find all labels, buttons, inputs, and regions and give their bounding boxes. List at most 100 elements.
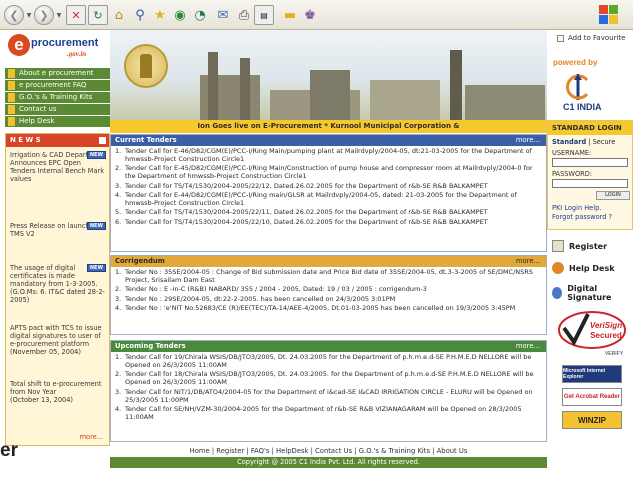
news-ticker[interactable]: Ion Goes live on E-Procurement * Kurnool… xyxy=(110,120,547,133)
current-tenders-header: Current Tenders more... xyxy=(111,135,546,146)
corrigendum-item[interactable]: 2. Tender No : E -in-C (R&B) NABARD/ 355 … xyxy=(115,285,542,294)
verisign-badge[interactable]: VeriSign Secured VERIFY xyxy=(556,308,628,358)
login-panel: STANDARD LOGIN Standard | Secure USERNAM… xyxy=(547,120,633,230)
nav-item-helpdesk[interactable]: Help Desk xyxy=(5,116,110,127)
news-item[interactable]: Total shift to e-procurement from Nov Ye… xyxy=(10,380,106,404)
print-icon[interactable]: ⎙ xyxy=(234,5,254,25)
news-more-link[interactable]: more... xyxy=(80,433,103,441)
verisign-verify-label: VERIFY xyxy=(605,351,624,357)
register-label: Register xyxy=(569,241,608,251)
footer-copyright: Copyright @ 2005 C1 India Pvt. Ltd. All … xyxy=(110,457,547,468)
acrobat-download-badge[interactable]: Get Acrobat Reader xyxy=(562,388,622,406)
c1-india-label: C1 INDIA xyxy=(563,102,602,112)
tender-list: 1. Tender Call for E-46/D82/CGM(E)/PCC-I/… xyxy=(111,146,546,227)
history-icon[interactable]: ◔ xyxy=(190,5,210,25)
tab-secure[interactable]: Secure xyxy=(593,138,616,146)
corrigendum-item[interactable]: 3. Tender No : 29SE/2004-05, dt:22-2-2005… xyxy=(115,294,542,304)
state-emblem-icon xyxy=(124,44,168,88)
password-field[interactable] xyxy=(552,179,628,188)
nav-item-gos[interactable]: G.O.'s & Training Kits xyxy=(5,92,110,103)
logo-suffix: .gov.in xyxy=(67,50,87,58)
acrobat-label: Get Acrobat Reader xyxy=(563,394,621,400)
search-icon[interactable]: ⚲ xyxy=(130,5,150,25)
winzip-label: WINZIP xyxy=(578,415,606,425)
forgot-password-link[interactable]: Forgot password ? xyxy=(552,213,628,222)
tender-item[interactable]: 5. Tender Call for TS/T4/1530/2004-2005/2… xyxy=(115,208,542,217)
back-icon[interactable]: ❮ xyxy=(4,5,24,25)
helpdesk-link[interactable]: Help Desk xyxy=(552,262,615,274)
forward-icon[interactable]: ❯ xyxy=(34,5,54,25)
folder-icon[interactable]: ▬ xyxy=(280,5,300,25)
windows-logo-icon xyxy=(599,5,619,25)
nav-item-faq[interactable]: e procurement FAQ xyxy=(5,80,110,91)
new-badge: NEW xyxy=(86,264,106,272)
tender-item[interactable]: 1. Tender Call for E-46/D82/CGM(E)/PCC-I/… xyxy=(115,147,542,164)
news-text: Press Release on launch of TMS V2 xyxy=(10,222,99,238)
upcoming-item[interactable]: 2. Tender Call for 18/Chirala WSIS/DB/JTO… xyxy=(115,370,542,387)
password-label: PASSWORD: xyxy=(552,170,593,178)
panel-title: Current Tenders xyxy=(115,136,177,144)
corner-text: er xyxy=(0,440,18,461)
register-link[interactable]: Register xyxy=(552,240,607,252)
digital-signature-link[interactable]: Digital Signature xyxy=(552,284,633,302)
upcoming-list: 1. Tender Call for 19/Chirala WSIS/DB/JTO… xyxy=(111,352,546,422)
chevron-down-icon[interactable]: ▼ xyxy=(25,5,33,25)
footer-links[interactable]: Home | Register | FAQ's | HelpDesk | Con… xyxy=(110,446,547,457)
site-logo[interactable]: e procurement .gov.in xyxy=(5,30,110,66)
news-box-icon xyxy=(99,137,106,144)
more-link[interactable]: more... xyxy=(516,135,540,146)
tender-item[interactable]: 2. Tender Call for E-45/D82/CGM(E)/PCC-I/… xyxy=(115,164,542,181)
tender-item[interactable]: 6. Tender Call for TS/T4/1530/2004-2005/2… xyxy=(115,217,542,227)
nav-item-contact[interactable]: Contact us xyxy=(5,104,110,115)
corrigendum-panel: Corrigendum more... 1. Tender No : 35SE/2… xyxy=(110,255,547,335)
stop-icon[interactable]: ✕ xyxy=(66,5,86,25)
nav-item-label: Contact us xyxy=(19,105,57,113)
tab-standard[interactable]: Standard xyxy=(552,138,586,146)
winzip-download-badge[interactable]: WINZIP xyxy=(562,411,622,429)
upcoming-item[interactable]: 3. Tender Call for NIT/1/DB/ATO4/2004-05 … xyxy=(115,388,542,405)
tender-text: Tender Call for TS/T4/1530/2004-2005/22/… xyxy=(125,217,488,226)
refresh-icon[interactable]: ↻ xyxy=(88,5,108,25)
chevron-down-icon[interactable]: ▼ xyxy=(55,5,63,25)
news-item[interactable]: The usage of digital certificates is mad… xyxy=(10,264,106,304)
edit-icon[interactable]: ▤ xyxy=(254,5,274,25)
username-field[interactable] xyxy=(552,158,628,167)
tender-text: Tender Call for E-46/D82/CGM(E)/PCC-I/Ri… xyxy=(125,147,532,163)
more-link[interactable]: more... xyxy=(516,341,540,352)
corrigendum-text: Tender No : 29SE/2004-05, dt:22-2-2005. … xyxy=(125,294,396,303)
news-item[interactable]: Press Release on launch of TMS V2 NEW xyxy=(10,222,106,238)
news-item[interactable]: Irrigation & CAD Department Announces EP… xyxy=(10,151,106,183)
pki-help-link[interactable]: PKI Login Help. xyxy=(552,204,628,213)
news-header: N E W S xyxy=(6,134,109,147)
more-link[interactable]: more... xyxy=(516,256,540,267)
login-button[interactable]: LOGIN xyxy=(596,191,630,200)
favorites-icon[interactable]: ★ xyxy=(150,5,170,25)
login-help-links: PKI Login Help. Forgot password ? xyxy=(548,200,632,222)
arrow-icon xyxy=(8,69,15,78)
corrigendum-text: Tender No : 'e'NIT No.52683/CE (R)/EE(TE… xyxy=(125,304,516,313)
logo-word: procurement xyxy=(31,37,99,49)
upcoming-tenders-header: Upcoming Tenders more... xyxy=(111,341,546,352)
upcoming-item[interactable]: 1. Tender Call for 19/Chirala WSIS/DB/JTO… xyxy=(115,353,542,370)
ie-download-badge[interactable]: Microsoft Internet Explorer xyxy=(562,365,622,383)
nav-item-about[interactable]: About e procurement xyxy=(5,68,110,79)
current-tenders-panel: Current Tenders more... 1. Tender Call fo… xyxy=(110,134,547,252)
tender-text: Tender Call for TS/T4/1530/2004-2005/22/… xyxy=(125,208,488,217)
tender-item[interactable]: 4. Tender Call for E-44/D82/CGM(E)/PCC-I/… xyxy=(115,191,542,208)
corrigendum-item[interactable]: 1. Tender No : 35SE/2004-05 : Change of B… xyxy=(115,268,542,285)
news-item[interactable]: APTS pact with TCS to issue digital sign… xyxy=(10,324,106,356)
username-label: USERNAME: xyxy=(552,149,592,157)
corrigendum-item[interactable]: 4. Tender No : 'e'NIT No.52683/CE (R)/EE(… xyxy=(115,304,542,313)
helpdesk-label: Help Desk xyxy=(569,263,615,273)
upcoming-tenders-panel: Upcoming Tenders more... 1. Tender Call f… xyxy=(110,340,547,442)
mail-icon[interactable]: ✉ xyxy=(213,5,233,25)
messenger-icon[interactable]: ♚ xyxy=(300,5,320,25)
arrow-icon xyxy=(8,117,15,126)
tender-item[interactable]: 3. Tender Call for TS/T4/1530/2004-2005/2… xyxy=(115,182,542,191)
media-icon[interactable]: ◉ xyxy=(170,5,190,25)
nav-item-label: G.O.'s & Training Kits xyxy=(19,93,93,101)
upcoming-item[interactable]: 4. Tender Call for SE/NH/VZM-30/2004-2005… xyxy=(115,405,542,422)
panel-title: Corrigendum xyxy=(115,257,165,265)
home-icon[interactable]: ⌂ xyxy=(109,5,129,25)
add-favourite-link[interactable]: Add to Favourite xyxy=(557,34,625,42)
